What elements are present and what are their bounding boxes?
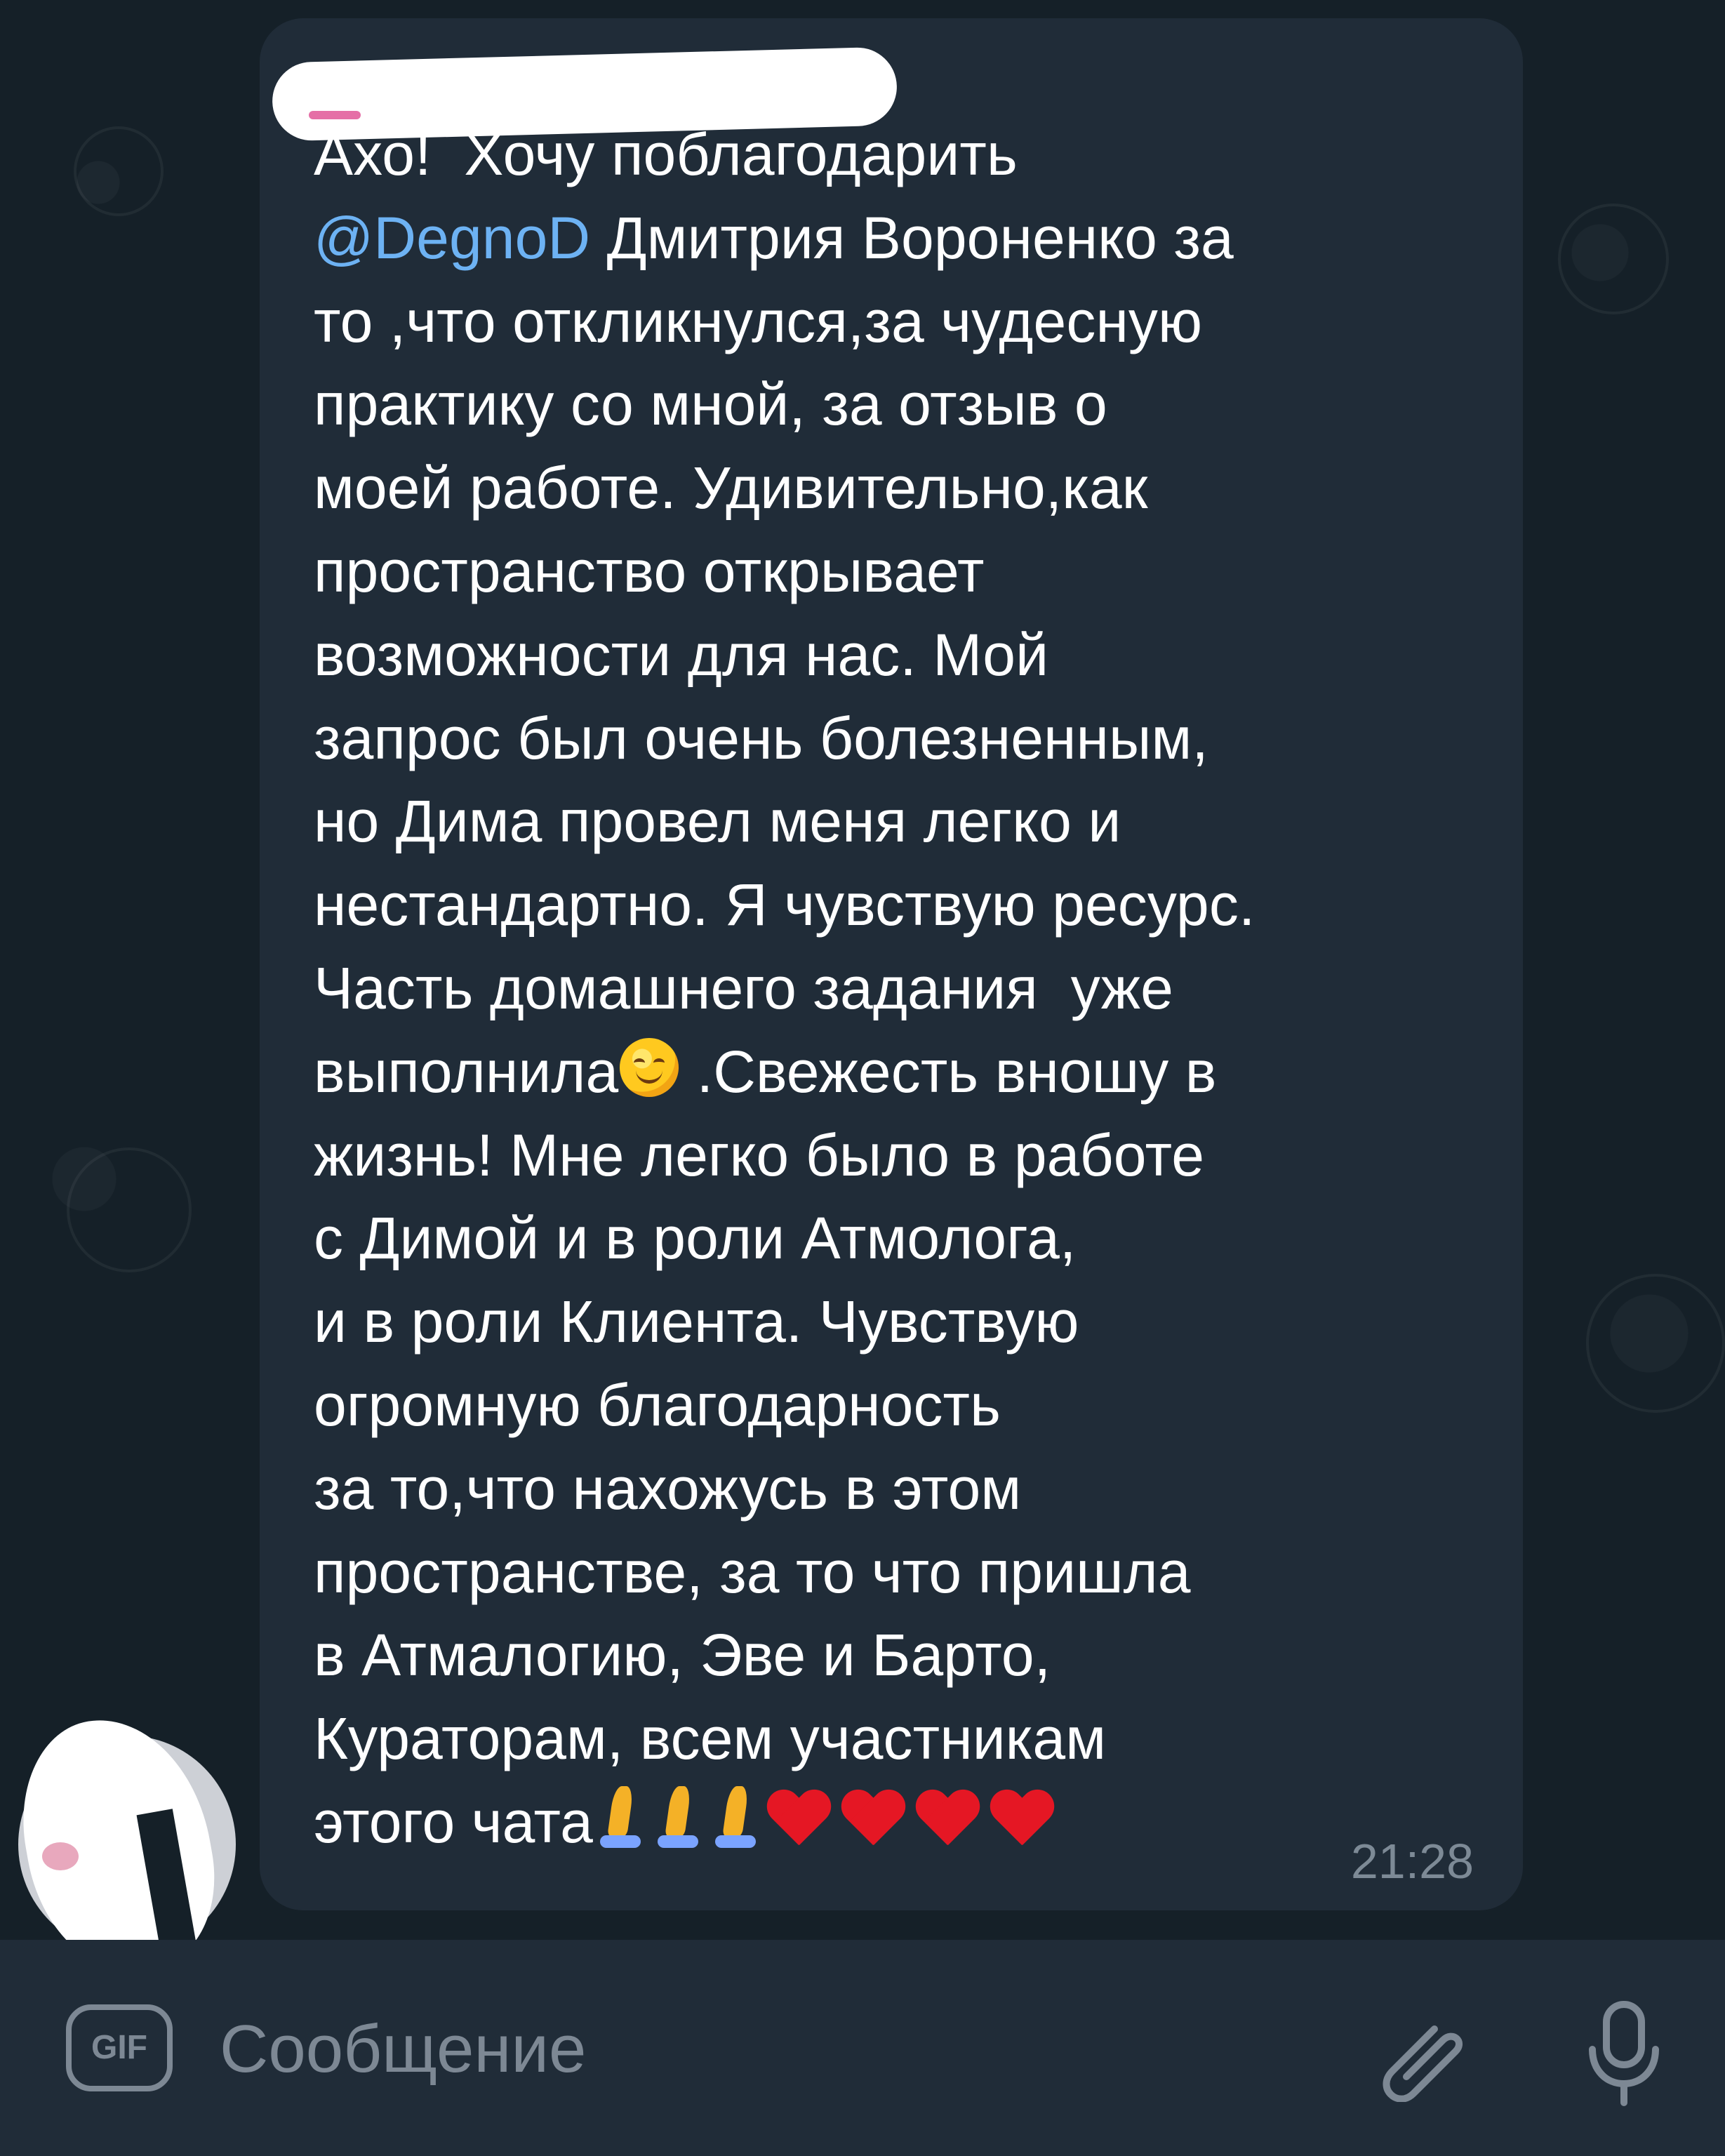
red-heart-emoji [840,1790,906,1849]
background-doodle [1558,204,1669,314]
red-heart-emoji [989,1790,1055,1849]
incoming-message-bubble[interactable]: Ахо! Хочу поблагодарить @DegnoD Дмитрия … [260,18,1523,1910]
folded-hands-emoji [651,1786,705,1848]
red-heart-emoji [914,1790,980,1849]
background-doodle [74,126,164,216]
microphone-icon[interactable] [1582,1999,1666,2108]
username-mention-link[interactable]: @DegnoD [314,205,590,271]
message-text-middle: Дмитрия Вороненко за то ,что откликнулся… [314,204,1256,1105]
folded-hands-emoji [708,1786,763,1848]
message-text: Ахо! Хочу поблагодарить @DegnoD Дмитрия … [314,113,1528,1864]
paperclip-icon[interactable] [1376,2011,1474,2102]
background-doodle [1586,1274,1725,1413]
chat-screen: Ахо! Хочу поблагодарить @DegnoD Дмитрия … [0,0,1725,2156]
message-input[interactable]: Сообщение [220,2011,586,2088]
red-heart-emoji [766,1790,832,1849]
background-doodle [67,1147,192,1272]
message-text-end: .Свежесть вношу в жизнь! Мне легко было … [314,1038,1217,1855]
gif-button[interactable]: GIF [66,2004,173,2091]
message-text-start: Ахо! Хочу поблагодарить [314,121,1018,187]
avatar-visible-fragment [42,1842,79,1870]
smiling-face-emoji [620,1037,679,1097]
folded-hands-emoji [593,1786,648,1848]
